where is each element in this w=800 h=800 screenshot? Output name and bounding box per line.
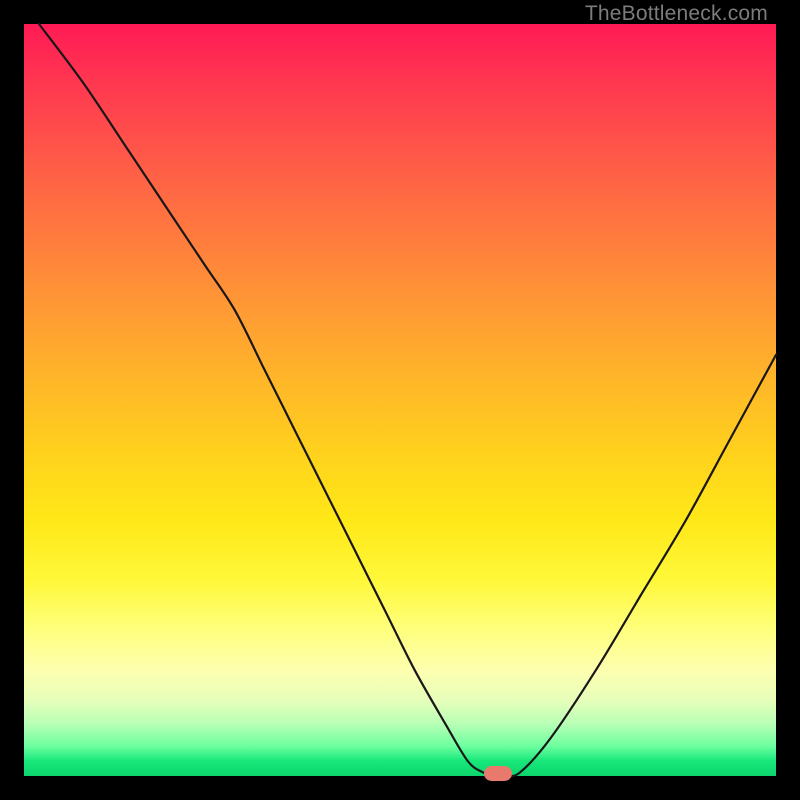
bottleneck-curve <box>24 24 776 776</box>
plot-area <box>24 24 776 776</box>
chart-stage: TheBottleneck.com <box>0 0 800 800</box>
watermark-text: TheBottleneck.com <box>585 2 768 26</box>
optimal-point-marker <box>484 766 512 781</box>
